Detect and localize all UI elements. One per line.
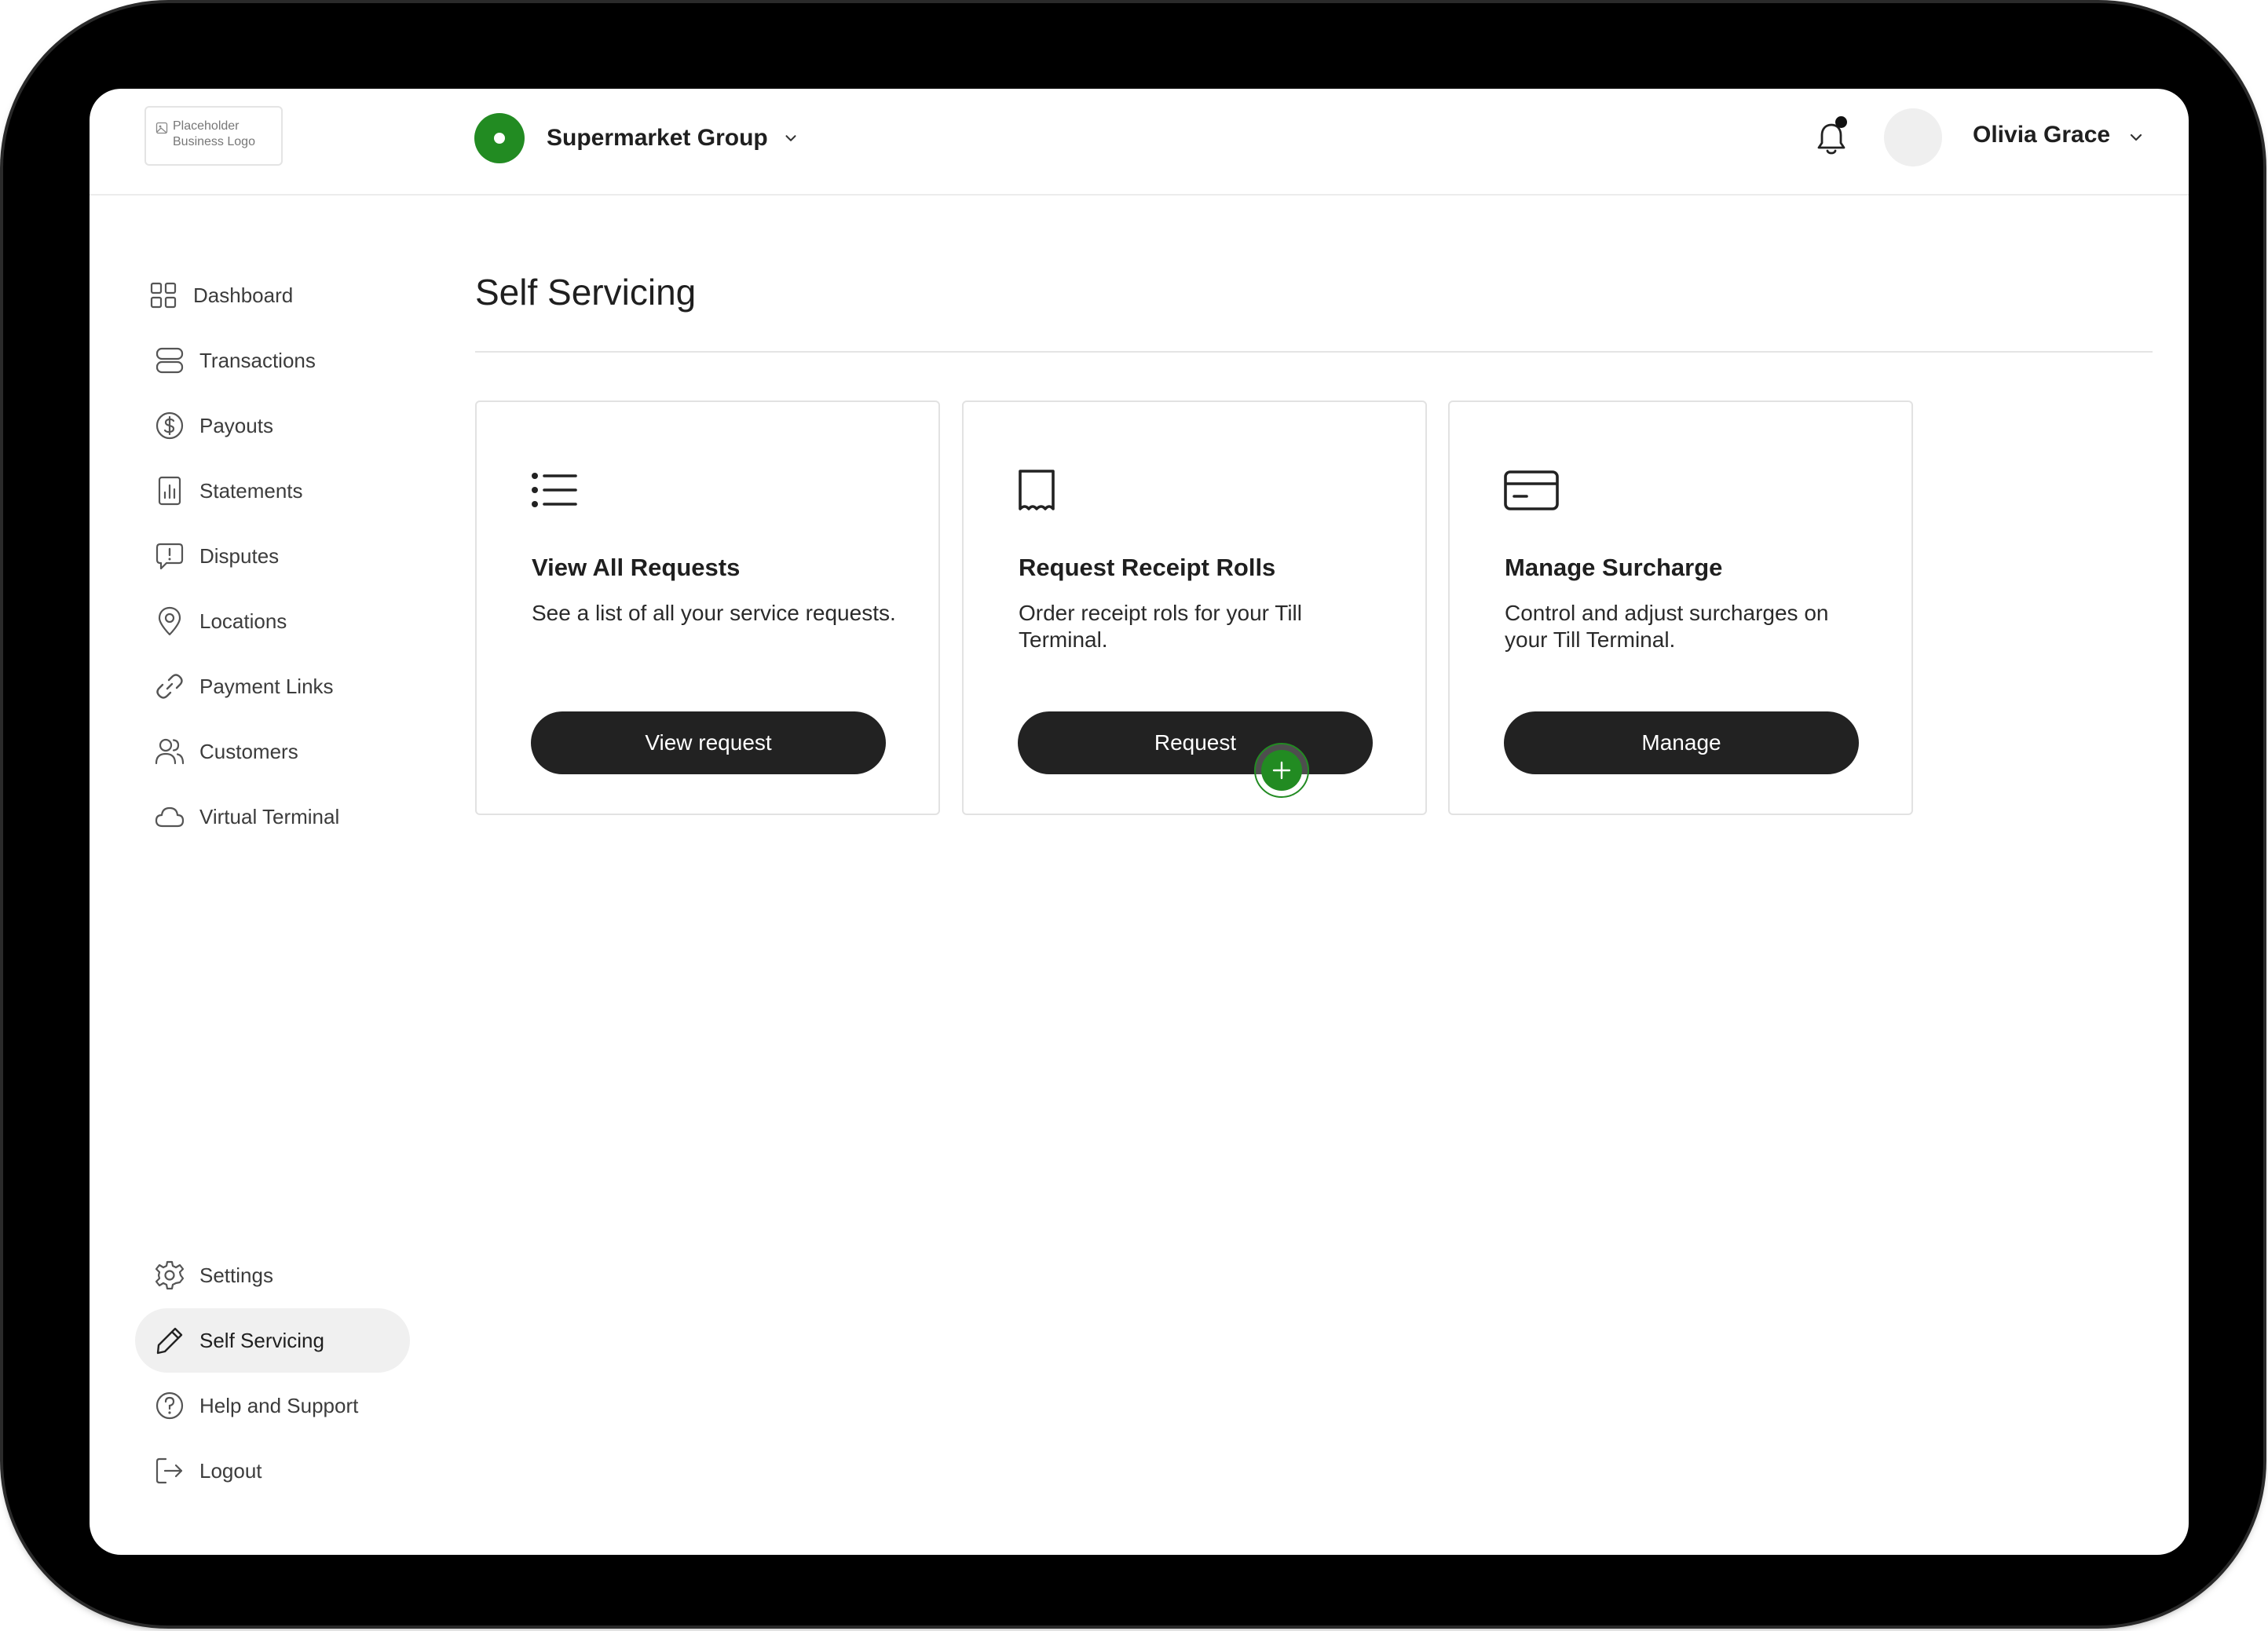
card-title: Request Receipt Rolls [1019,554,1276,581]
sidebar-item-label: Locations [199,609,287,633]
sidebar-item-label: Transactions [199,348,316,372]
users-icon [155,738,185,765]
sidebar-item-logout[interactable]: Logout [135,1439,410,1503]
help-circle-icon [155,1391,184,1420]
sidebar-item-virtual-terminal[interactable]: Virtual Terminal [135,784,410,849]
sidebar-item-payment-links[interactable]: Payment Links [135,654,410,719]
card-title: View All Requests [532,554,741,581]
alert-message-icon [155,543,184,570]
sidebar-item-transactions[interactable]: Transactions [135,328,410,393]
sidebar-item-label: Logout [199,1458,262,1483]
sidebar-item-customers[interactable]: Customers [135,719,410,784]
dollar-circle-icon [155,411,184,440]
sidebar-item-label: Customers [199,739,298,763]
sidebar-item-label: Settings [199,1263,273,1287]
chevron-down-icon[interactable] [2127,128,2145,147]
list-icon [532,473,577,507]
card-manage-surcharge: Manage Surcharge Control and adjust surc… [1448,400,1913,815]
business-logo[interactable]: Placeholder Business Logo [144,106,283,166]
card-request-receipt-rolls: Request Receipt Rolls Order receipt rols… [962,400,1427,815]
notification-badge [1835,116,1847,128]
org-switcher[interactable]: Supermarket Group [474,112,799,164]
sidebar-item-statements[interactable]: Statements [135,459,410,523]
link-icon [156,674,183,699]
sidebar-item-disputes[interactable]: Disputes [135,524,410,588]
card-title: Manage Surcharge [1505,554,1723,581]
user-name[interactable]: Olivia Grace [1973,122,2110,148]
sidebar-item-settings[interactable]: Settings [135,1243,410,1307]
view-request-button[interactable]: View request [531,711,886,774]
sidebar-item-label: Statements [199,478,303,503]
org-name: Supermarket Group [547,125,768,151]
card-description: See a list of all your service requests. [532,601,896,625]
gear-icon [155,1260,185,1290]
card-view-all-requests: View All Requests See a list of all your… [475,400,940,815]
sidebar-item-dashboard[interactable]: Dashboard [135,263,410,327]
bar-chart-icon [158,476,181,506]
tablet-frame: Placeholder Business Logo Supermarket Gr… [3,3,2263,1626]
sidebar-item-payouts[interactable]: Payouts [135,393,410,458]
divider [475,351,2153,353]
credit-card-icon [1504,470,1559,510]
page-title: Self Servicing [475,272,697,313]
sidebar-item-label: Help and Support [199,1393,359,1417]
request-button[interactable]: Request [1018,711,1373,774]
sidebar-item-label: Self Servicing [199,1328,324,1352]
grid-icon [150,282,177,309]
sidebar-item-locations[interactable]: Locations [135,589,410,653]
pencil-icon [156,1327,183,1355]
image-placeholder-icon [155,122,168,134]
map-pin-icon [158,606,181,636]
manage-button[interactable]: Manage [1504,711,1859,774]
user-avatar[interactable] [1884,108,1942,166]
touch-indicator [1254,743,1309,798]
sidebar-item-label: Virtual Terminal [199,804,340,828]
card-description: Control and adjust surcharges on your Ti… [1505,601,1829,652]
org-avatar-icon [474,113,525,163]
top-header: Placeholder Business Logo Supermarket Gr… [90,89,2189,196]
card-description: Order receipt rols for your Till Termina… [1019,601,1302,652]
chevron-down-icon [785,135,796,141]
sidebar-item-label: Payment Links [199,674,334,698]
plus-icon [1261,750,1302,791]
receipt-icon [1019,470,1055,510]
transactions-icon [155,347,184,374]
plus-icon-glyph [1272,761,1291,780]
logo-text: Placeholder Business Logo [173,119,255,148]
sidebar-item-label: Disputes [199,543,280,568]
sidebar-item-self-servicing[interactable]: Self Servicing [135,1308,410,1373]
cloud-icon [155,806,185,828]
sidebar-item-help-and-support[interactable]: Help and Support [135,1373,410,1438]
sidebar-item-label: Dashboard [193,283,294,307]
app-screen: Placeholder Business Logo Supermarket Gr… [90,89,2189,1555]
logout-icon [155,1457,183,1484]
sidebar-item-label: Payouts [199,413,273,437]
